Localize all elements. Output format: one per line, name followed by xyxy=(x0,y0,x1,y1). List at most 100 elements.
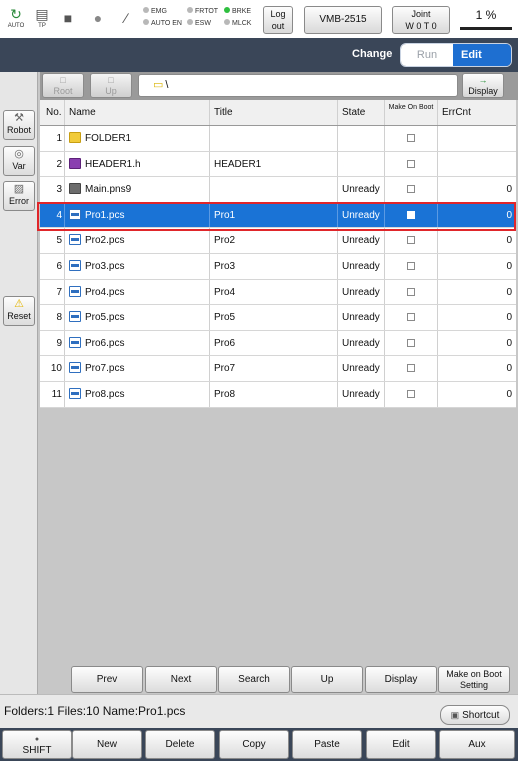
table-row[interactable]: 2 HEADER1.h HEADER1 xyxy=(40,151,516,178)
file-name: Pro7.pcs xyxy=(85,363,125,375)
led-group-left: EMG AUTO EN xyxy=(143,6,182,30)
make-on-boot-checkbox[interactable] xyxy=(407,364,415,373)
make-on-boot-checkbox[interactable] xyxy=(407,389,415,398)
error-button[interactable]: ▨ Error xyxy=(3,181,35,211)
file-title: Pro7 xyxy=(210,356,338,381)
table-row[interactable]: 5 Pro2.pcs Pro2 Unready 0 xyxy=(40,228,516,254)
led-group-right: BRKE MLCK xyxy=(224,6,251,30)
file-state: Unready xyxy=(338,177,385,202)
make-on-boot-checkbox[interactable] xyxy=(407,185,415,194)
delete-button[interactable]: Delete xyxy=(145,730,215,759)
copy-button[interactable]: Copy xyxy=(219,730,289,759)
make-on-boot-cell xyxy=(385,253,438,279)
make-on-boot-checkbox[interactable] xyxy=(407,159,415,168)
file-title: Pro2 xyxy=(210,228,338,253)
table-row[interactable]: 1 FOLDER1 xyxy=(40,126,516,152)
make-on-boot-cell xyxy=(385,177,438,202)
wrench-icon: ∕ xyxy=(124,10,128,26)
table-row[interactable]: 8 Pro5.pcs Pro5 Unready 0 xyxy=(40,305,516,331)
stop-square-icon: ■ xyxy=(63,10,73,26)
up-folder-button[interactable]: □ Up xyxy=(90,73,132,98)
file-name: Pro5.pcs xyxy=(85,312,125,324)
table-row[interactable]: 7 Pro4.pcs Pro4 Unready 0 xyxy=(40,279,516,306)
file-state: Unready xyxy=(338,356,385,381)
column-state[interactable]: State xyxy=(338,100,385,125)
reset-button[interactable]: ⚠ Reset xyxy=(3,296,35,326)
make-on-boot-checkbox[interactable] xyxy=(407,134,415,142)
table-row[interactable]: 6 Pro3.pcs Pro3 Unready 0 xyxy=(40,253,516,280)
make-on-boot-checkbox[interactable] xyxy=(407,313,415,322)
paste-button[interactable]: Paste xyxy=(292,730,362,759)
joint-mode-button[interactable]: Joint W 0 T 0 xyxy=(392,6,450,34)
error-count: 0 xyxy=(506,388,512,400)
column-title[interactable]: Title xyxy=(210,100,338,125)
run-mode-button[interactable]: Run xyxy=(401,44,453,66)
table-row[interactable]: 9 Pro6.pcs Pro6 Unready 0 xyxy=(40,330,516,357)
file-name-cell: Pro3.pcs xyxy=(65,253,210,279)
shortcut-button[interactable]: ▣ Shortcut xyxy=(440,705,510,725)
file-state: Unready xyxy=(338,228,385,253)
row-number: 6 xyxy=(40,253,65,279)
make-on-boot-checkbox[interactable] xyxy=(407,261,415,270)
pcs-file-icon xyxy=(69,311,81,323)
robot-model-button[interactable]: VMB-2515 xyxy=(304,6,382,34)
column-errcnt[interactable]: ErrCnt xyxy=(438,100,516,125)
aux-button[interactable]: Aux xyxy=(439,730,515,759)
row-number: 10 xyxy=(40,356,65,381)
status-bar: Folders:1 Files:10 Name:Pro1.pcs ▣ Shortc… xyxy=(0,694,518,728)
prev-button[interactable]: Prev xyxy=(71,666,143,693)
speed-indicator[interactable]: 1 % xyxy=(458,8,514,32)
next-button[interactable]: Next xyxy=(145,666,217,693)
mode-toggle[interactable]: Run Edit xyxy=(400,43,512,67)
folder-icon xyxy=(69,132,81,143)
make-on-boot-setting-button[interactable]: Make on Boot Setting xyxy=(438,666,510,693)
table-row[interactable]: 10 Pro7.pcs Pro7 Unready 0 xyxy=(40,356,516,382)
column-make-on-boot[interactable]: Make On Boot xyxy=(385,100,438,125)
arrow-right-icon: → xyxy=(478,75,488,85)
shift-indicator-icon: ● xyxy=(34,736,40,743)
header-file-icon xyxy=(69,157,81,169)
row-number: 2 xyxy=(40,151,65,177)
error-count: 0 xyxy=(506,286,512,298)
column-name[interactable]: Name xyxy=(65,100,210,125)
make-on-boot-checkbox[interactable] xyxy=(407,338,415,347)
led-brke: BRKE xyxy=(224,6,251,18)
file-name: FOLDER1 xyxy=(85,133,132,144)
table-row[interactable]: 11 Pro8.pcs Pro8 Unready 0 xyxy=(40,381,516,408)
make-on-boot-checkbox[interactable] xyxy=(407,287,415,296)
led-frtot: FRTOT xyxy=(187,6,218,18)
error-count xyxy=(438,152,516,177)
pcs-file-icon xyxy=(69,336,81,348)
edit-button[interactable]: Edit xyxy=(366,730,436,759)
edit-mode-button[interactable]: Edit xyxy=(453,44,511,66)
file-state: Unready xyxy=(338,279,385,305)
column-no[interactable]: No. xyxy=(40,100,65,125)
display-button[interactable]: Display xyxy=(365,666,437,693)
file-state xyxy=(338,126,385,151)
root-button[interactable]: □ Root xyxy=(42,73,84,98)
new-button[interactable]: New xyxy=(72,730,142,759)
var-button[interactable]: ◎ Var xyxy=(3,146,35,176)
display-toggle-button[interactable]: → Display xyxy=(462,73,504,98)
table-row[interactable]: 3 Main.pns9 Unready 0 xyxy=(40,177,516,203)
file-name-cell: Pro8.pcs xyxy=(65,381,210,407)
make-on-boot-cell xyxy=(385,279,438,305)
table-header: No. Name Title State Make On Boot ErrCnt xyxy=(40,100,516,126)
search-button[interactable]: Search xyxy=(218,666,290,693)
robot-button[interactable]: ⚒ Robot xyxy=(3,110,35,140)
row-number: 1 xyxy=(40,126,65,151)
make-on-boot-cell xyxy=(385,305,438,330)
file-name: Pro8.pcs xyxy=(85,388,125,400)
path-bar: □ Root □ Up ▭ \ → Display xyxy=(40,72,518,100)
shift-button[interactable]: ● SHIFT xyxy=(2,730,72,759)
up-button[interactable]: Up xyxy=(291,666,363,693)
status-header: ↻ AUTO ▤ TP ■ ● ∕ EMG AUTO EN FRTOT ESW BR… xyxy=(0,0,518,38)
path-field[interactable]: ▭ \ xyxy=(138,74,458,97)
logout-button[interactable]: Log out xyxy=(263,6,293,34)
row-number: 11 xyxy=(40,381,65,407)
led-emg: EMG xyxy=(143,6,182,18)
file-state: Unready xyxy=(338,253,385,279)
make-on-boot-checkbox[interactable] xyxy=(407,236,415,245)
file-name-cell: Pro4.pcs xyxy=(65,279,210,305)
file-state: Unready xyxy=(338,330,385,356)
